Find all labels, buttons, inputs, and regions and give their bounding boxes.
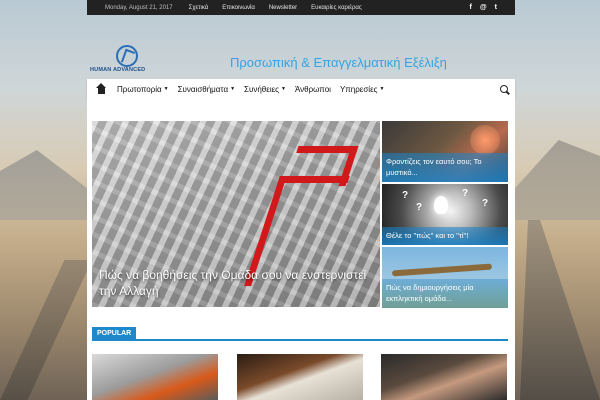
facebook-icon[interactable]: f (469, 4, 471, 11)
site-tagline: Προσωπική & Επαγγελματική Εξέλιξη (230, 55, 447, 70)
top-bar: Monday, August 21, 2017 Σχετικά Επικοινω… (87, 0, 515, 15)
nav-item-label: Συνήθειες (244, 84, 280, 94)
main-nav: Πρωτοπορία ▼ Συναισθήματα ▼ Συνήθειες ▼ Άνθ… (87, 79, 515, 99)
question-mark-icon: ? (482, 198, 489, 209)
lightbulb-image (434, 196, 448, 214)
topbar-link-about[interactable]: Σχετικά (189, 5, 209, 11)
social-links: f @ t (469, 4, 497, 11)
topbar-link-careers[interactable]: Ευκαιρίες καριέρας (311, 5, 362, 11)
background-road-right (520, 220, 600, 400)
popular-article-1[interactable] (92, 354, 218, 400)
home-icon[interactable] (95, 83, 107, 95)
nav-item-label: Υπηρεσίες (339, 84, 378, 94)
nav-item-label: Άνθρωποι (294, 84, 331, 94)
logo-text: HUMAN ADVANCED (90, 67, 146, 73)
nav-item-label: Πρωτοπορία (117, 84, 162, 94)
site-logo[interactable]: HUMAN ADVANCED (90, 45, 160, 75)
email-icon[interactable]: @ (480, 4, 487, 11)
topbar-link-contact[interactable]: Επικοινωνία (222, 5, 255, 11)
current-date: Monday, August 21, 2017 (105, 4, 173, 11)
side-caption: Θέλε το "πώς" και το "τί"! (382, 227, 508, 245)
popular-article-3[interactable] (381, 354, 507, 400)
twitter-icon[interactable]: t (495, 4, 497, 11)
lamp-image (470, 125, 500, 155)
site-header: HUMAN ADVANCED Προσωπική & Επαγγελματική… (87, 15, 515, 79)
nav-item-habits[interactable]: Συνήθειες ▼ (244, 85, 286, 94)
side-caption: Φροντίζεις τον εαυτό σου; Το μυστικό... (382, 153, 508, 182)
chevron-down-icon: ▼ (379, 86, 385, 92)
featured-article-side-1[interactable]: Φροντίζεις τον εαυτό σου; Το μυστικό... (382, 121, 508, 182)
side-caption: Πώς να δημιουργήσεις μία εκπληκτική ομάδ… (382, 279, 508, 308)
question-mark-icon: ? (402, 190, 409, 201)
popular-section-header: POPULAR (92, 327, 508, 341)
question-mark-icon: ? (416, 202, 423, 213)
background-mountain-right (508, 140, 600, 220)
side-article-title[interactable]: Φροντίζεις τον εαυτό σου; Το μυστικό... (386, 156, 504, 178)
question-mark-icon: ? (462, 188, 469, 199)
featured-article-side-2[interactable]: ? ? ? ? Θέλε το "πώς" και το "τί"! (382, 184, 508, 245)
popular-label: POPULAR (92, 327, 137, 341)
chevron-down-icon: ▼ (281, 86, 286, 92)
topbar-link-newsletter[interactable]: Newsletter (269, 5, 297, 11)
nav-item-innovation[interactable]: Πρωτοπορία ▼ (117, 85, 169, 94)
nav-item-services[interactable]: Υπηρεσίες ▼ (340, 85, 385, 94)
nav-item-people[interactable]: Άνθρωποι (295, 85, 331, 94)
side-article-title[interactable]: Πώς να δημιουργήσεις μία εκπληκτική ομάδ… (386, 282, 504, 304)
nav-item-label: Συναισθήματα (177, 84, 229, 94)
featured-article-main[interactable]: Πώς να βοηθήσεις την Ομάδα σου να ενστερ… (92, 121, 380, 307)
popular-article-2[interactable] (237, 354, 363, 400)
background-mountain-left (0, 150, 92, 220)
featured-caption: Πώς να βοηθήσεις την Ομάδα σου να ενστερ… (92, 267, 380, 307)
featured-article-side-3[interactable]: Πώς να δημιουργήσεις μία εκπληκτική ομάδ… (382, 247, 508, 308)
background-road-left (0, 260, 92, 400)
side-article-title[interactable]: Θέλε το "πώς" και το "τί"! (386, 230, 504, 241)
chevron-down-icon: ▼ (230, 86, 236, 92)
logo-hand-icon (116, 45, 138, 67)
chevron-down-icon: ▼ (163, 86, 169, 92)
branch-image (391, 263, 493, 277)
featured-article-title[interactable]: Πώς να βοηθήσεις την Ομάδα σου να ενστερ… (99, 267, 373, 299)
nav-item-emotions[interactable]: Συναισθήματα ▼ (178, 85, 235, 94)
search-icon[interactable] (500, 85, 508, 93)
